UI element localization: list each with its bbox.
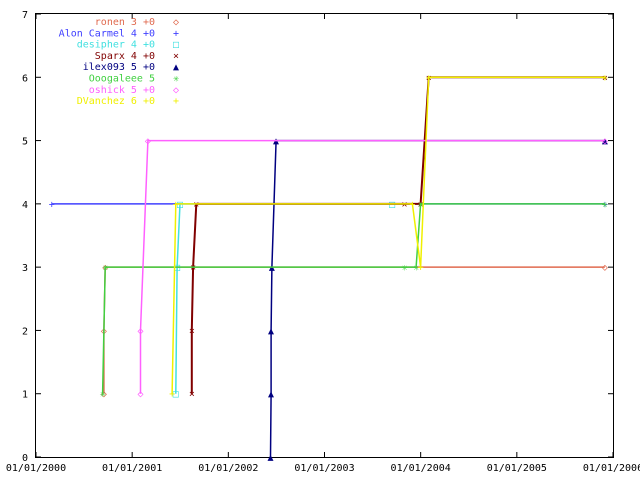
data-point: ▲ <box>269 263 275 274</box>
legend-entry-label: Ooogaleee 5 <box>89 74 155 85</box>
data-point: + <box>49 199 55 210</box>
legend-entry-label: desipher 4 +0 <box>77 40 155 51</box>
legend-marker: ◇ <box>173 85 179 96</box>
legend-entry-label: oshick 5 +0 <box>89 85 155 96</box>
series-line <box>101 203 605 394</box>
data-point: ✳ <box>102 263 108 274</box>
legend-entry-label: DVanchez 6 +0 <box>77 96 155 107</box>
series-line <box>269 139 605 458</box>
data-point: ▲ <box>268 326 274 337</box>
data-point: + <box>409 199 415 210</box>
data-point: × <box>189 389 195 400</box>
series-2: □□□ □ <box>173 199 395 400</box>
data-point: + <box>173 199 179 210</box>
legend-marker: × <box>173 51 179 62</box>
data-point: × <box>189 326 195 337</box>
legend: ronen 3 +0 ◇ Alon Carmel 4 +0 + desipher 4 +… <box>59 17 179 107</box>
legend-entry-label: Sparx 4 +0 <box>95 51 155 62</box>
data-point: × <box>193 199 199 210</box>
legend-marker: + <box>173 28 179 39</box>
data-point: ▲ <box>268 453 274 464</box>
legend-marker: □ <box>173 40 179 51</box>
x-tick-label: 01/01/2005 <box>487 463 547 474</box>
y-tick-label: 5 <box>22 137 28 148</box>
series-7: + + + + + + <box>169 73 608 400</box>
data-point: × <box>190 263 196 274</box>
data-point: ◇ <box>137 326 143 337</box>
series-layer: ◇◇◇ ◇+ +□□□ □×××× × ×× ×▲▲▲▲▲ ▲✳✳ ✳ ✳✳ ✳◇◇◇ ◇++ +++ + <box>49 73 608 464</box>
y-tick-label: 7 <box>22 10 28 21</box>
data-point: ◇ <box>137 389 143 400</box>
x-tick-label: 01/01/2002 <box>198 463 258 474</box>
data-point: ▲ <box>273 136 279 147</box>
legend-entry-label: ilex093 5 +0 <box>83 62 155 73</box>
series-4: ▲▲▲▲▲ ▲ <box>268 136 608 463</box>
x-tick-label: 01/01/2000 <box>6 463 66 474</box>
y-tick-label: 6 <box>22 73 28 84</box>
x-tick-label: 01/01/2001 <box>102 463 162 474</box>
data-point: ◇ <box>602 136 608 147</box>
data-point: + <box>602 73 608 84</box>
x-tick-label: 01/01/2006 <box>583 463 640 474</box>
legend-entry-label: ronen 3 +0 <box>95 17 155 28</box>
data-point: ◇ <box>602 263 608 274</box>
legend-marker: ✳ <box>173 74 179 85</box>
y-tick-label: 2 <box>22 326 28 337</box>
chart: 01234567 01/01/2000 01/01/2001 01/01/2002 0… <box>6 10 640 474</box>
y-tick-label: 4 <box>22 200 28 211</box>
data-point: ✳ <box>100 389 106 400</box>
data-point: + <box>426 73 432 84</box>
series-6: ◇ ◇ ◇ ◇ <box>137 136 607 400</box>
data-point: × <box>402 199 408 210</box>
legend-marker: ▲ <box>173 62 179 73</box>
x-tick-label: 01/01/2003 <box>294 463 354 474</box>
series-line <box>103 266 605 394</box>
data-point: ▲ <box>268 389 274 400</box>
x-tick-label: 01/01/2004 <box>391 463 451 474</box>
legend-entry-label: Alon Carmel 4 +0 <box>59 28 155 39</box>
data-point: ✳ <box>602 199 608 210</box>
series-line <box>190 76 605 394</box>
y-tick-label: 3 <box>22 263 28 274</box>
data-point: ✳ <box>402 263 408 274</box>
series-line <box>175 203 393 394</box>
y-tick-label: 1 <box>22 390 28 401</box>
data-point: + <box>418 263 424 274</box>
legend-marker: ◇ <box>173 17 179 28</box>
data-point: ◇ <box>145 136 151 147</box>
legend-marker: + <box>173 96 179 107</box>
data-point: + <box>169 389 175 400</box>
series-3: ×××× × ×× × <box>189 73 608 400</box>
series-line <box>171 76 605 394</box>
